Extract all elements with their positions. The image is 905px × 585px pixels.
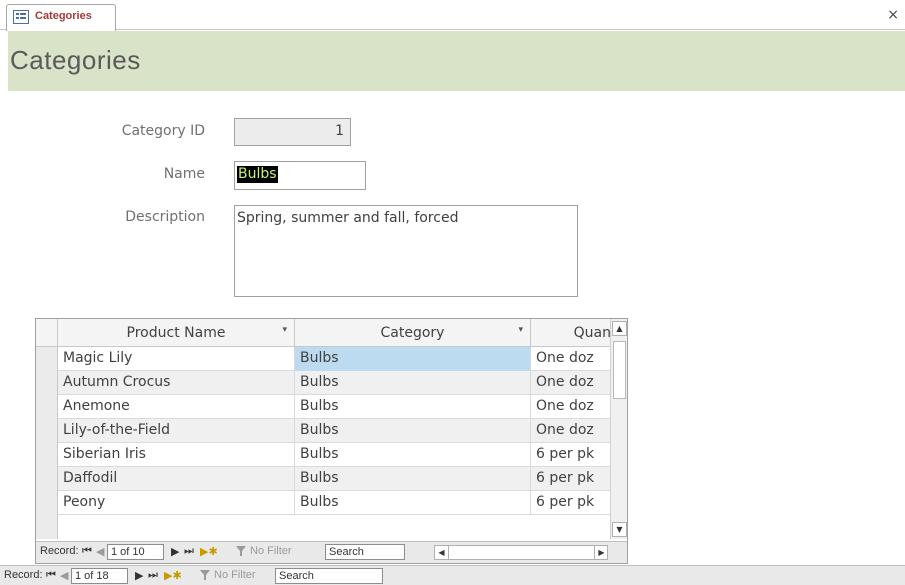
dropdown-arrow-icon[interactable]: ▾: [518, 325, 523, 335]
scroll-left-icon[interactable]: ◀: [435, 546, 449, 559]
first-record-icon[interactable]: ⏮: [82, 545, 92, 558]
category-id-field[interactable]: 1: [234, 118, 351, 146]
scroll-right-icon[interactable]: ▶: [594, 546, 608, 559]
next-record-icon[interactable]: ▶: [171, 545, 179, 558]
column-label: Quan: [573, 325, 611, 341]
new-record-icon[interactable]: ▶✱: [164, 569, 182, 582]
table-row[interactable]: Peony Bulbs 6 per pk: [58, 491, 624, 515]
tab-label: Categories: [35, 10, 92, 22]
filter-icon[interactable]: [200, 569, 210, 582]
table-row[interactable]: Anemone Bulbs One doz: [58, 395, 624, 419]
dropdown-arrow-icon[interactable]: ▾: [282, 325, 287, 335]
filter-icon[interactable]: [236, 545, 246, 558]
cell-category[interactable]: Bulbs: [295, 419, 531, 443]
form-header: Categories: [8, 31, 905, 91]
first-record-icon[interactable]: ⏮: [46, 569, 56, 582]
cell-quantity[interactable]: One doz: [531, 371, 611, 395]
previous-record-icon[interactable]: ◀: [60, 569, 68, 582]
cell-quantity[interactable]: One doz: [531, 395, 611, 419]
column-label: Product Name: [126, 325, 226, 341]
description-value: Spring, summer and fall, forced: [237, 210, 459, 226]
cell-category[interactable]: Bulbs: [295, 395, 531, 419]
scroll-thumb[interactable]: [613, 341, 626, 399]
document-tab-strip: Categories ×: [0, 0, 905, 31]
table-row[interactable]: Daffodil Bulbs 6 per pk: [58, 467, 624, 491]
scroll-up-icon[interactable]: ▲: [612, 321, 627, 336]
scroll-down-icon[interactable]: ▼: [612, 522, 627, 537]
cell-quantity[interactable]: One doz: [531, 419, 611, 443]
table-row[interactable]: Lily-of-the-Field Bulbs One doz: [58, 419, 624, 443]
select-all-corner[interactable]: [36, 319, 58, 347]
description-field[interactable]: Spring, summer and fall, forced: [234, 205, 578, 297]
no-filter-label[interactable]: No Filter: [214, 569, 256, 581]
cell-quantity[interactable]: 6 per pk: [531, 467, 611, 491]
current-record-field[interactable]: 1 of 18: [71, 568, 128, 584]
column-header-category[interactable]: Category ▾: [295, 319, 531, 347]
search-input[interactable]: Search: [325, 544, 405, 560]
close-icon[interactable]: ×: [887, 8, 899, 22]
previous-record-icon[interactable]: ◀: [96, 545, 104, 558]
cell-category[interactable]: Bulbs: [295, 467, 531, 491]
category-id-value: 1: [335, 123, 344, 139]
cell-quantity[interactable]: One doz: [531, 347, 611, 371]
search-input[interactable]: Search: [275, 568, 383, 584]
column-header-quantity[interactable]: Quan: [531, 319, 611, 347]
category-id-label: Category ID: [121, 123, 205, 139]
form-record-navigation: Record: ⏮ ◀ 1 of 18 ▶ ⏭ ▶✱ No Filter Sea…: [0, 565, 905, 585]
current-record-field[interactable]: 1 of 10: [107, 544, 164, 560]
cell-product[interactable]: Autumn Crocus: [58, 371, 295, 395]
tab-categories[interactable]: Categories: [6, 4, 116, 31]
table-row[interactable]: Magic Lily Bulbs One doz: [58, 347, 624, 371]
table-row[interactable]: Autumn Crocus Bulbs One doz: [58, 371, 624, 395]
table-row[interactable]: Siberian Iris Bulbs 6 per pk: [58, 443, 624, 467]
vertical-scrollbar[interactable]: ▲ ▼: [610, 319, 627, 539]
name-value: Bulbs: [237, 166, 278, 183]
cell-product[interactable]: Anemone: [58, 395, 295, 419]
cell-category[interactable]: Bulbs: [295, 347, 531, 371]
cell-product[interactable]: Lily-of-the-Field: [58, 419, 295, 443]
subform-record-navigation: Record: ⏮ ◀ 1 of 10 ▶ ⏭ ▶✱ No Filter Sea…: [36, 541, 627, 563]
description-label: Description: [125, 209, 205, 225]
name-field[interactable]: Bulbs: [234, 161, 366, 190]
new-record-icon[interactable]: ▶✱: [200, 545, 218, 558]
products-datasheet: Product Name ▾ Category ▾ Quan Magic Lil…: [35, 318, 628, 564]
horizontal-scrollbar[interactable]: ◀ ▶: [434, 545, 608, 560]
cell-product[interactable]: Magic Lily: [58, 347, 295, 371]
cell-category[interactable]: Bulbs: [295, 443, 531, 467]
cell-quantity[interactable]: 6 per pk: [531, 443, 611, 467]
no-filter-label[interactable]: No Filter: [250, 545, 292, 557]
cell-category[interactable]: Bulbs: [295, 371, 531, 395]
last-record-icon[interactable]: ⏭: [148, 569, 158, 582]
record-label: Record:: [40, 545, 79, 557]
cell-quantity[interactable]: 6 per pk: [531, 491, 611, 515]
cell-product[interactable]: Peony: [58, 491, 295, 515]
next-record-icon[interactable]: ▶: [135, 569, 143, 582]
column-header-product-name[interactable]: Product Name ▾: [58, 319, 295, 347]
last-record-icon[interactable]: ⏭: [184, 545, 194, 558]
cell-category[interactable]: Bulbs: [295, 491, 531, 515]
record-label: Record:: [4, 569, 43, 581]
column-label: Category: [380, 325, 445, 341]
cell-product[interactable]: Daffodil: [58, 467, 295, 491]
form-icon: [13, 10, 29, 24]
cell-product[interactable]: Siberian Iris: [58, 443, 295, 467]
name-label: Name: [163, 166, 205, 182]
record-selector-column[interactable]: [36, 347, 58, 539]
page-title: Categories: [10, 45, 141, 75]
